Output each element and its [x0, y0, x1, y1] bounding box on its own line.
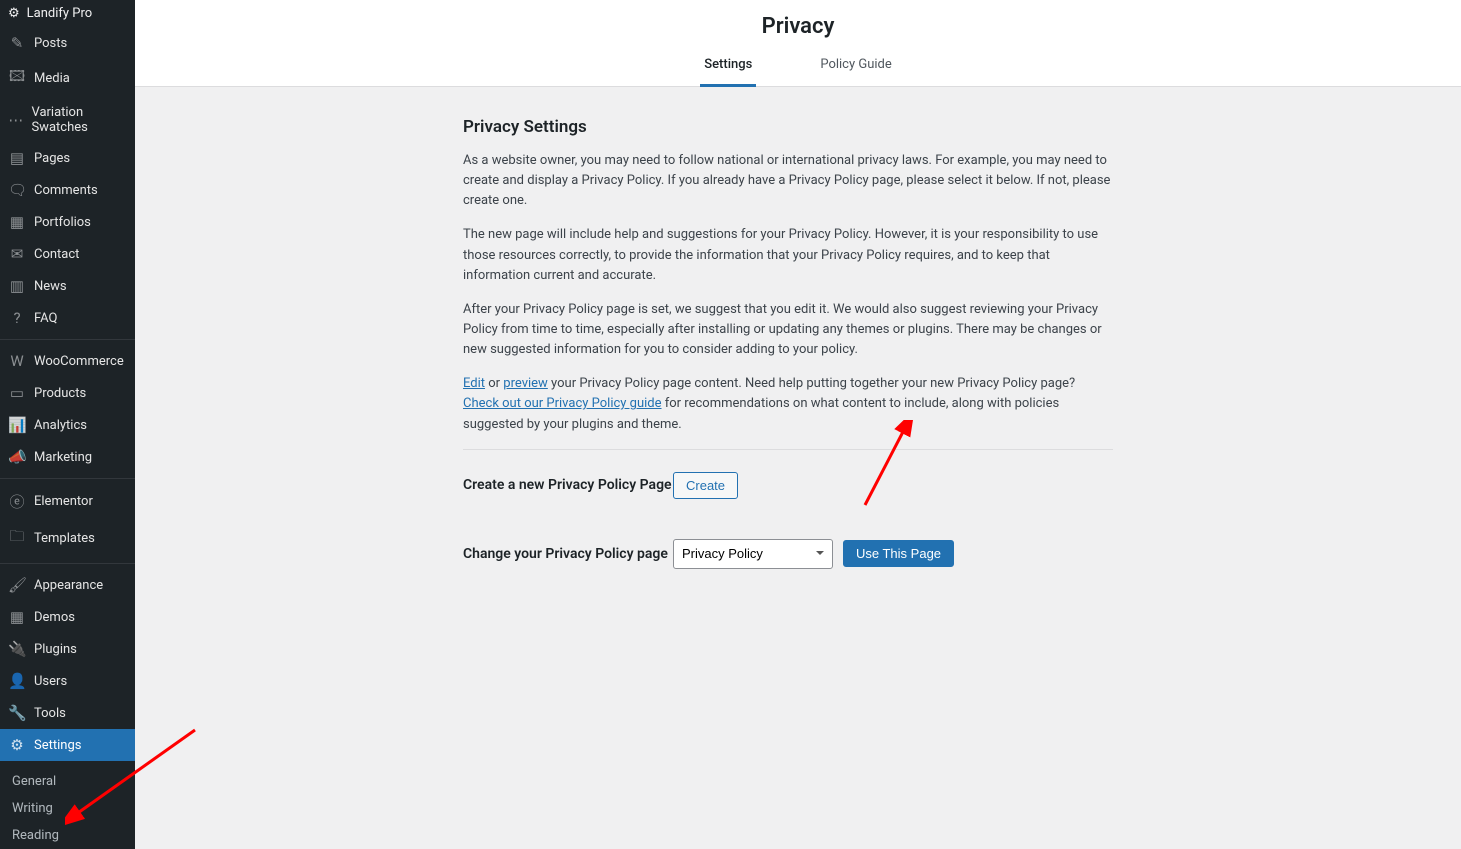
- menu-label: Variation Swatches: [31, 105, 127, 135]
- change-label: Change your Privacy Policy page: [463, 546, 673, 562]
- preview-link[interactable]: preview: [503, 376, 548, 391]
- sidebar-item-elementor[interactable]: ⓔ Elementor: [0, 484, 135, 519]
- submenu-item-reading[interactable]: Reading: [0, 822, 135, 849]
- divider: [463, 449, 1113, 450]
- menu-label: Posts: [34, 36, 67, 51]
- sidebar-item-settings[interactable]: ⚙ Settings: [0, 729, 135, 761]
- content-body: Privacy Settings As a website owner, you…: [463, 117, 1133, 569]
- menu-label: Contact: [34, 247, 79, 262]
- settings-submenu: GeneralWritingReadingDiscussionMediaPerm…: [0, 761, 135, 849]
- menu-label: Appearance: [34, 578, 103, 593]
- intro-paragraph-2: The new page will include help and sugge…: [463, 225, 1113, 285]
- menu-label: WooCommerce: [34, 354, 124, 369]
- guide-link[interactable]: Check out our Privacy Policy guide: [463, 396, 662, 411]
- menu-icon: 🔧: [8, 704, 26, 722]
- sidebar-item-pages[interactable]: ▤ Pages: [0, 142, 135, 174]
- menu-icon: W: [8, 352, 26, 370]
- menu-label: FAQ: [34, 311, 57, 326]
- intro-paragraph-1: As a website owner, you may need to foll…: [463, 151, 1113, 211]
- menu-label: Plugins: [34, 642, 77, 657]
- menu-icon: ▦: [8, 608, 26, 626]
- sidebar-item-users[interactable]: 👤 Users: [0, 665, 135, 697]
- sidebar-item-templates[interactable]: 🗀 Templates: [0, 519, 135, 558]
- menu-icon: 🗀: [8, 526, 26, 551]
- menu-icon: ⚙: [8, 736, 26, 754]
- menu-label: Media: [34, 71, 70, 86]
- menu-label: Templates: [34, 531, 95, 546]
- menu-label: Elementor: [34, 494, 93, 509]
- menu-icon: 📊: [8, 416, 26, 434]
- menu-label: Demos: [34, 610, 75, 625]
- menu-icon: ▥: [8, 277, 26, 295]
- menu-icon: ▤: [8, 149, 26, 167]
- intro-paragraph-4: Edit or preview your Privacy Policy page…: [463, 374, 1113, 434]
- menu-label: Products: [34, 386, 86, 401]
- sidebar-item-analytics[interactable]: 📊 Analytics: [0, 409, 135, 441]
- menu-icon: 🔌: [8, 640, 26, 658]
- menu-icon: 🖾: [8, 66, 26, 91]
- submenu-item-general[interactable]: General: [0, 768, 135, 795]
- menu-icon: 📣: [8, 448, 26, 466]
- tab-policy-guide[interactable]: Policy Guide: [816, 49, 895, 87]
- menu-icon: 🖌: [8, 576, 26, 594]
- create-label: Create a new Privacy Policy Page: [463, 477, 673, 493]
- sidebar-item-variation-swatches[interactable]: ⋯ Variation Swatches: [0, 98, 135, 142]
- site-title[interactable]: ⚙ Landify Pro: [0, 0, 135, 27]
- menu-icon: ✉: [8, 245, 26, 263]
- sidebar-item-marketing[interactable]: 📣 Marketing: [0, 441, 135, 473]
- page-select-wrap: Privacy Policy: [673, 539, 833, 569]
- menu-icon: ✎: [8, 34, 26, 52]
- menu-label: Comments: [34, 183, 98, 198]
- sidebar-item-comments[interactable]: 🗨 Comments: [0, 174, 135, 206]
- main-content: Privacy Settings Policy Guide Privacy Set…: [135, 0, 1461, 849]
- sidebar-item-appearance[interactable]: 🖌 Appearance: [0, 569, 135, 601]
- menu-icon: ?: [8, 309, 26, 327]
- change-row: Change your Privacy Policy page Privacy …: [463, 539, 1113, 569]
- section-heading: Privacy Settings: [463, 117, 1113, 137]
- sidebar-item-tools[interactable]: 🔧 Tools: [0, 697, 135, 729]
- sidebar-item-contact[interactable]: ✉ Contact: [0, 238, 135, 270]
- page-header: Privacy Settings Policy Guide: [135, 0, 1461, 87]
- menu-label: Marketing: [34, 450, 92, 465]
- menu-label: Pages: [34, 151, 70, 166]
- wordpress-icon: ⚙: [8, 6, 20, 21]
- tab-settings[interactable]: Settings: [700, 49, 756, 87]
- menu-icon: ▭: [8, 384, 26, 402]
- create-row: Create a new Privacy Policy Page Create: [463, 472, 1113, 499]
- submenu-item-writing[interactable]: Writing: [0, 795, 135, 822]
- admin-sidebar: ⚙ Landify Pro ✎ Posts 🖾 Media ⋯ Variation Swa…: [0, 0, 135, 849]
- privacy-page-select[interactable]: Privacy Policy: [673, 539, 833, 569]
- sidebar-item-posts[interactable]: ✎ Posts: [0, 27, 135, 59]
- page-title: Privacy: [135, 10, 1461, 49]
- create-button[interactable]: Create: [673, 472, 738, 499]
- menu-label: Tools: [34, 706, 66, 721]
- sidebar-item-media[interactable]: 🖾 Media: [0, 59, 135, 98]
- edit-link[interactable]: Edit: [463, 376, 485, 391]
- sidebar-item-news[interactable]: ▥ News: [0, 270, 135, 302]
- sidebar-item-faq[interactable]: ? FAQ: [0, 302, 135, 334]
- sidebar-item-products[interactable]: ▭ Products: [0, 377, 135, 409]
- menu-icon: ⋯: [8, 111, 23, 129]
- menu-icon: ▦: [8, 213, 26, 231]
- menu-icon: 🗨: [8, 181, 26, 199]
- menu-label: News: [34, 279, 67, 294]
- menu-label: Portfolios: [34, 215, 91, 230]
- page-tabs: Settings Policy Guide: [135, 49, 1461, 86]
- sidebar-item-portfolios[interactable]: ▦ Portfolios: [0, 206, 135, 238]
- site-title-text: Landify Pro: [27, 6, 93, 21]
- sidebar-item-demos[interactable]: ▦ Demos: [0, 601, 135, 633]
- menu-icon: ⓔ: [8, 491, 26, 512]
- sidebar-item-woocommerce[interactable]: W WooCommerce: [0, 345, 135, 377]
- menu-label: Settings: [34, 738, 81, 753]
- menu-label: Users: [34, 674, 67, 689]
- intro-paragraph-3: After your Privacy Policy page is set, w…: [463, 300, 1113, 360]
- use-page-button[interactable]: Use This Page: [843, 540, 954, 567]
- menu-icon: 👤: [8, 672, 26, 690]
- sidebar-item-plugins[interactable]: 🔌 Plugins: [0, 633, 135, 665]
- menu-label: Analytics: [34, 418, 87, 433]
